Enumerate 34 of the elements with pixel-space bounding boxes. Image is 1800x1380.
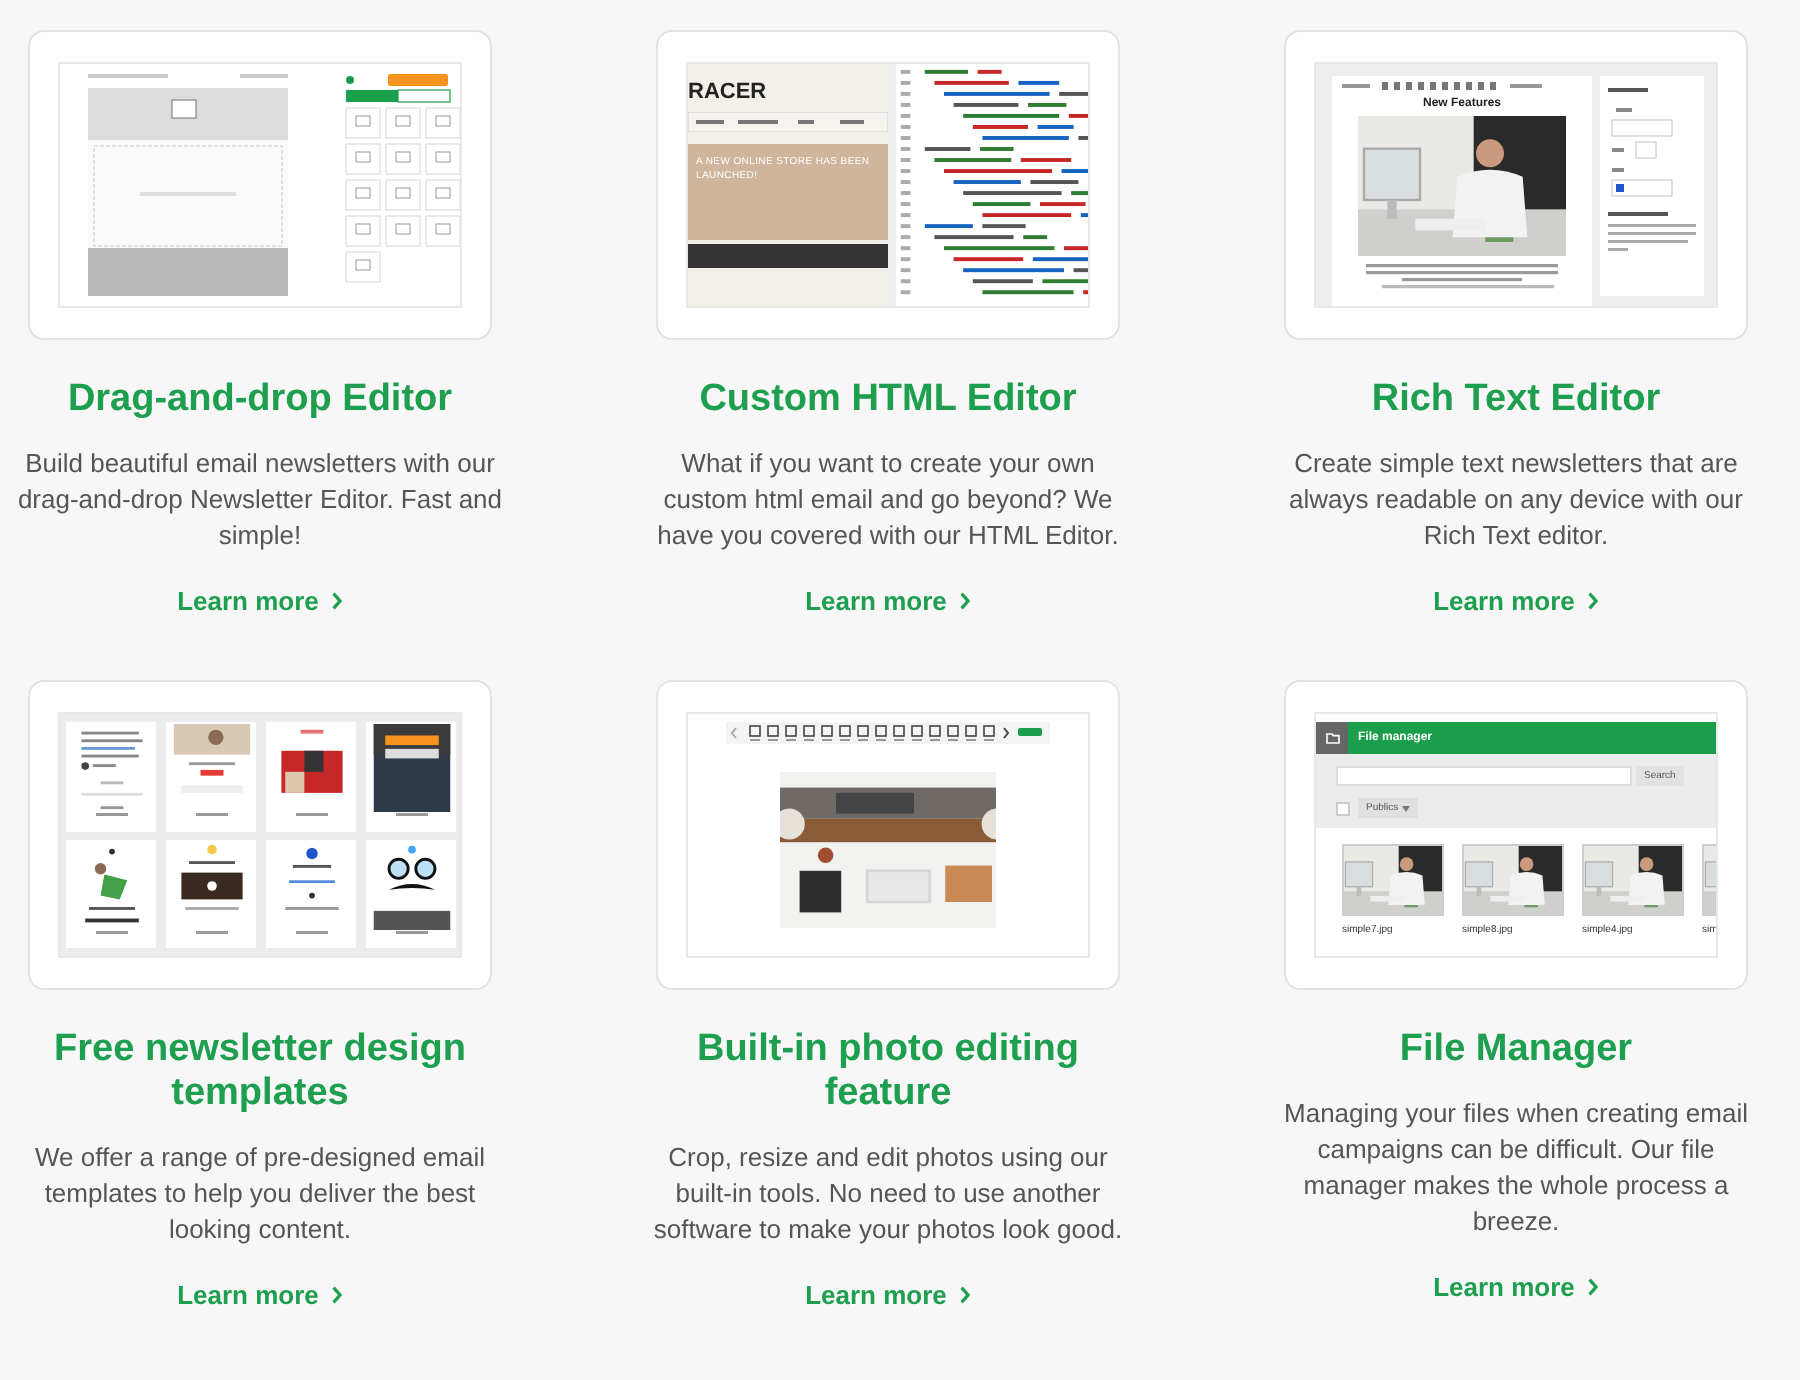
chevron-icon bbox=[1588, 1278, 1599, 1296]
feature-description: Managing your files when creating email campaigns can be difficult. Our file manager makes the whole process a breeze. bbox=[1282, 1096, 1750, 1240]
feature-description: We offer a range of pre-designed email templates to help you deliver the best looking content. bbox=[33, 1140, 487, 1248]
chevron-icon bbox=[960, 1286, 971, 1304]
template-preview-drawing bbox=[371, 724, 451, 812]
feature-title: Custom HTML Editor bbox=[697, 378, 1079, 422]
learn-more-link[interactable]: Learn more bbox=[805, 1280, 971, 1310]
folder-icon bbox=[1325, 732, 1339, 744]
file-thumbnail[interactable] bbox=[1462, 844, 1564, 916]
feature-title: File Manager bbox=[1397, 1028, 1635, 1072]
learn-more-link[interactable]: Learn more bbox=[177, 586, 343, 616]
learn-more-link[interactable]: Learn more bbox=[1433, 586, 1599, 616]
file-thumbnail[interactable] bbox=[1342, 844, 1444, 916]
feature-title: Drag-and-drop Editor bbox=[65, 378, 455, 422]
caret-icon bbox=[1402, 805, 1411, 811]
template-preview-drawing bbox=[371, 841, 451, 929]
checkbox[interactable] bbox=[1336, 801, 1350, 815]
learn-more-link[interactable]: Learn more bbox=[805, 586, 971, 616]
search-field[interactable] bbox=[1336, 766, 1632, 786]
learn-more-link[interactable]: Learn more bbox=[177, 1280, 343, 1310]
feature-title: Built-in photo editing feature bbox=[694, 1028, 1081, 1116]
feature-description: What if you want to create your own custom html email and go beyond? We have you covered with our HTML Editor. bbox=[655, 446, 1121, 554]
feature-description: Crop, resize and edit photos using our built-in tools. No need to use another software to make your photos look good. bbox=[651, 1140, 1125, 1248]
chevron-icon bbox=[960, 592, 971, 610]
feature-title: Rich Text Editor bbox=[1369, 378, 1663, 422]
chevron-icon bbox=[332, 1286, 343, 1304]
learn-more-link[interactable]: Learn more bbox=[1433, 1272, 1599, 1302]
chevron-icon bbox=[332, 592, 343, 610]
chevron-icon bbox=[1588, 592, 1599, 610]
feature-description: Create simple text newsletters that are always readable on any device with our Rich Text editor. bbox=[1287, 446, 1745, 554]
feature-description: Build beautiful email newsletters with our drag-and-drop Newsletter Editor. Fast and simple! bbox=[15, 446, 505, 554]
store-logo: RACER bbox=[688, 80, 769, 104]
feature-title: Free newsletter design templates bbox=[52, 1028, 468, 1116]
file-thumbnail[interactable] bbox=[1582, 844, 1684, 916]
